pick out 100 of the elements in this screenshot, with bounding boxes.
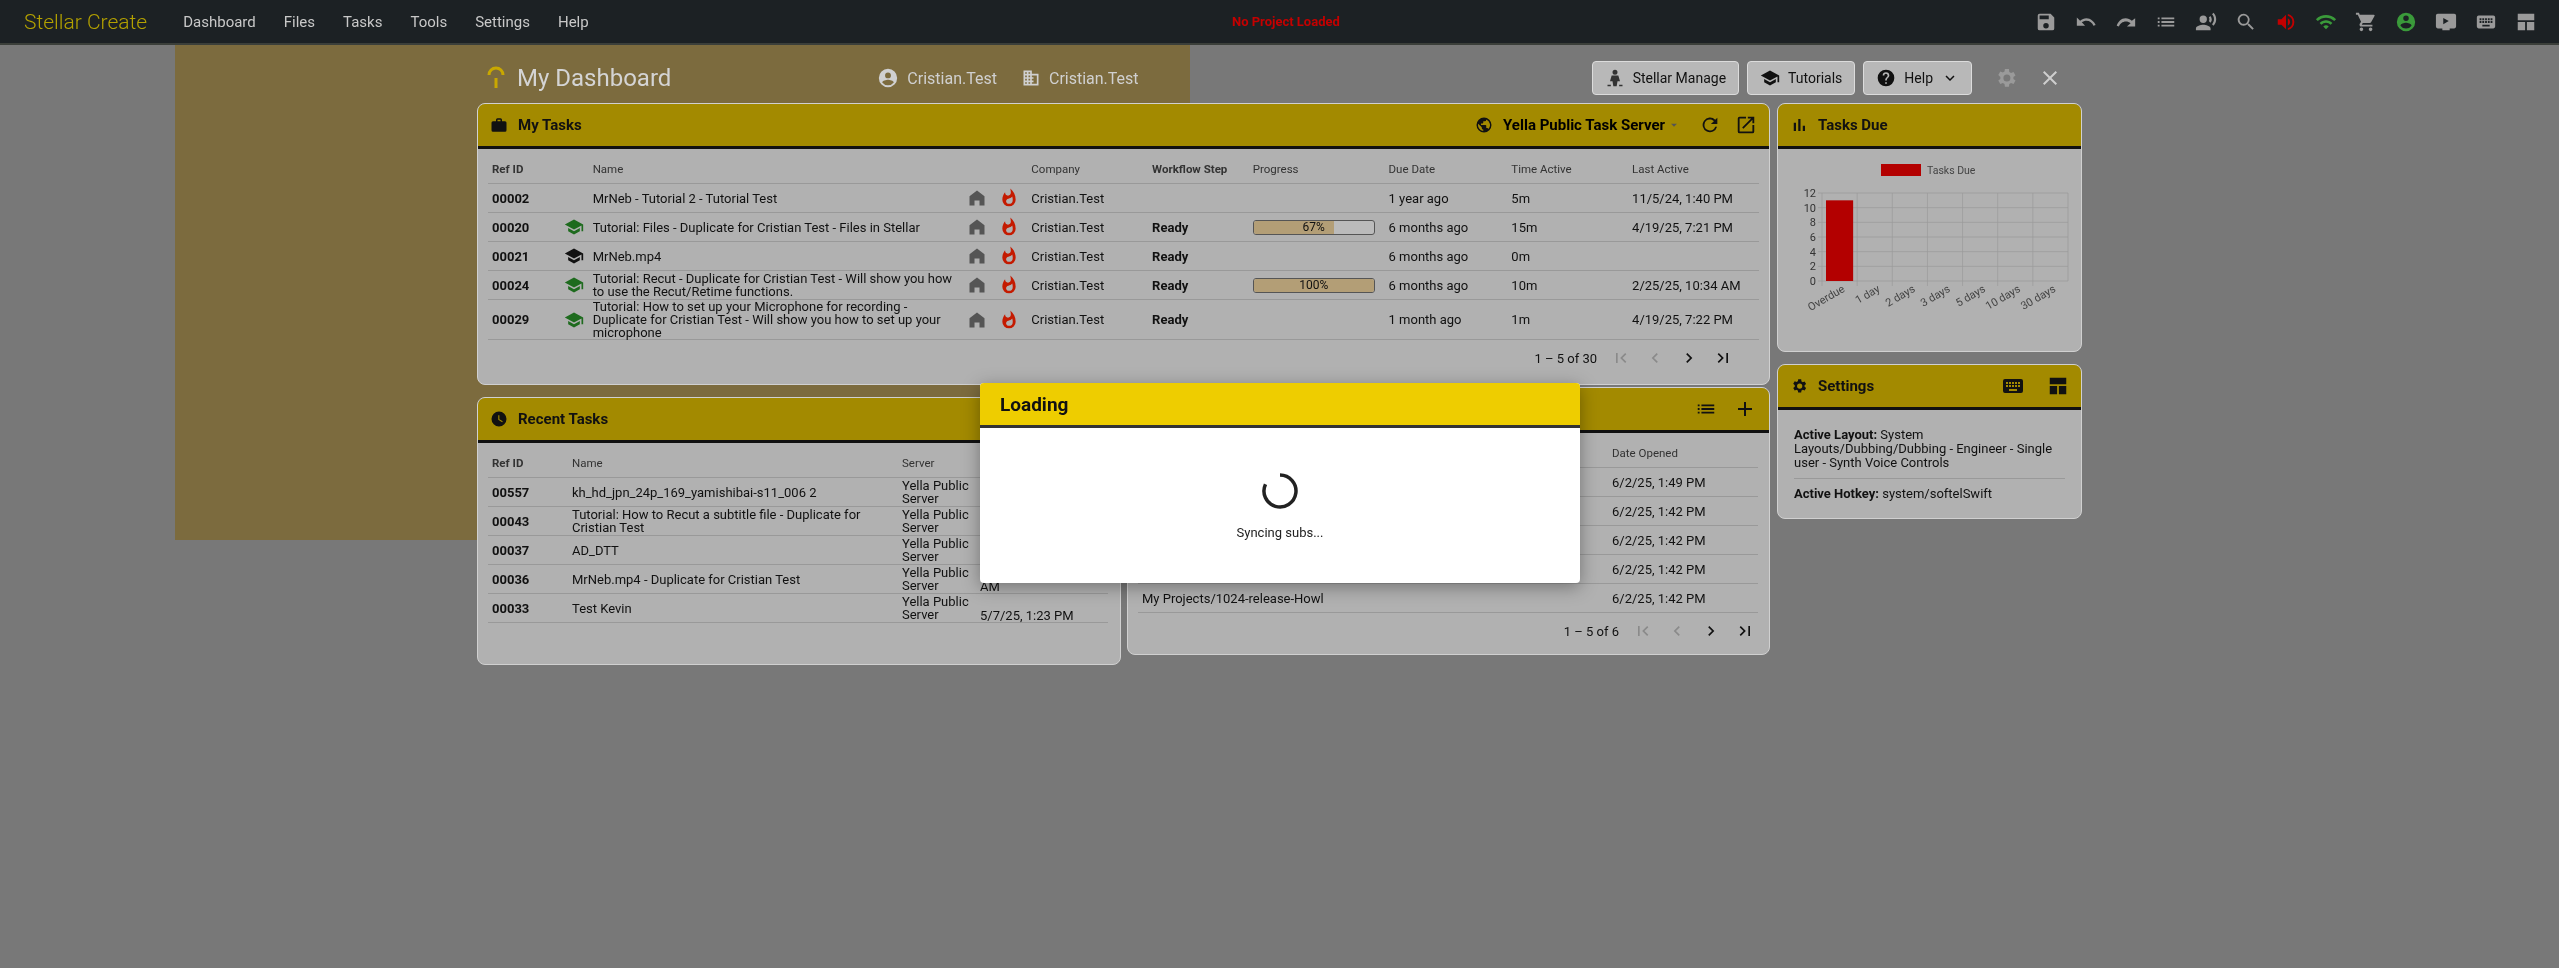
graduation-cap-icon <box>564 246 585 266</box>
page-range: 1 – 5 of 6 <box>1563 623 1619 639</box>
clock-icon <box>490 410 508 428</box>
legend-label: Tasks Due <box>1927 164 1976 177</box>
time-active-cell: 0m <box>1507 241 1629 271</box>
company-cell: Cristian.Test <box>1027 241 1149 271</box>
ref-id-cell: 00024 <box>488 270 561 300</box>
open-external-icon <box>1735 114 1757 136</box>
y-tick-label: 6 <box>1809 231 1816 244</box>
server-cell: Yella Public Server <box>898 477 976 507</box>
y-tick-label: 4 <box>1809 245 1816 259</box>
graduation-cap-icon <box>564 217 585 237</box>
help-icon <box>1876 68 1897 88</box>
last-active-cell: 4/19/25, 7:22 PM <box>1632 312 1733 327</box>
project-status: No Project Loaded <box>1232 14 1340 29</box>
dashboard-title: My Dashboard <box>517 64 672 92</box>
column-header: Server <box>898 449 976 478</box>
column-header: Date Opened <box>1608 439 1758 468</box>
progress-label: 67% <box>1301 220 1326 234</box>
setting-text: Active Layout: System Layouts/Dubbing/Dubbing - Engineer - Single user - Synth Voice Controls <box>1794 427 2053 470</box>
due-date-cell: 6 months ago <box>1384 212 1508 242</box>
user-icon <box>877 67 900 89</box>
company-cell: Cristian.Test <box>1027 270 1149 300</box>
setting-text: Active Hotkey: system/softelSwift <box>1794 486 1993 501</box>
menu-item[interactable]: Help <box>543 8 603 35</box>
account-button[interactable] <box>2395 10 2417 33</box>
header-button[interactable]: Help <box>1863 61 1972 95</box>
date-opened-cell: 6/2/25, 1:42 PM <box>1608 496 1758 526</box>
graduation-cap-icon <box>1760 68 1781 88</box>
menu-item[interactable]: Tools <box>396 8 462 35</box>
last-active-cell: 11/5/24, 1:40 PM <box>1632 190 1733 206</box>
cart-button[interactable] <box>2355 10 2377 33</box>
column-header: Due Date <box>1384 155 1508 184</box>
workflow-step-cell: Ready <box>1152 312 1189 327</box>
task-name-cell: AD_DTT <box>568 535 898 565</box>
column-header: Ref ID <box>488 155 561 184</box>
column-header: Name <box>568 449 898 478</box>
x-tick-label: 3 days <box>1918 282 1953 310</box>
menu-item[interactable]: Settings <box>461 8 544 35</box>
workflow-step-cell: Ready <box>1152 277 1189 293</box>
company-cell: Cristian.Test <box>1027 299 1149 340</box>
y-tick-label: 2 <box>1809 260 1816 274</box>
task-name-cell: Tutorial: Files - Duplicate for Cristian Test - Files in Stellar <box>588 212 963 242</box>
task-name-cell: Tutorial: Recut - Duplicate for Cristian Test - Will show you how to use the Recut/Retime functions. <box>588 270 963 300</box>
user-name: Cristian.Test <box>907 68 997 88</box>
progress-label: 100% <box>1298 278 1330 292</box>
workflow-step-cell: Ready <box>1152 219 1189 235</box>
task-name-cell: kh_hd_jpn_24p_169_yamishibai-s11_006 2 <box>568 477 898 507</box>
date-opened-cell: 6/2/25, 1:42 PM <box>1608 525 1758 555</box>
account-icon <box>2395 10 2417 33</box>
project-path-cell: My Projects/1024-release-Howl <box>1142 590 1324 606</box>
loading-message: Syncing subs... <box>1236 525 1324 540</box>
open-external-button[interactable] <box>1735 114 1757 136</box>
ref-id-cell: 00557 <box>488 477 568 507</box>
x-tick-label: 1 day <box>1853 282 1883 307</box>
task-name-cell: Test Kevin <box>568 593 898 623</box>
server-dropdown[interactable]: Yella Public Task Server <box>1503 116 1681 134</box>
header-button[interactable]: Tutorials <box>1747 61 1856 95</box>
menu-item[interactable]: Tasks <box>329 8 397 35</box>
panel-title: Settings <box>1818 377 1875 395</box>
time-active-cell: 1m <box>1507 299 1629 340</box>
server-cell: Yella Public Server <box>898 593 976 623</box>
column-header: Name <box>588 155 963 184</box>
page-range: 1 – 5 of 30 <box>1534 350 1597 366</box>
spinner-icon <box>1260 471 1300 511</box>
time-active-cell: 10m <box>1507 270 1629 300</box>
y-tick-label: 8 <box>1809 216 1816 230</box>
y-tick-label: 12 <box>1803 187 1816 200</box>
due-date-cell: 6 months ago <box>1384 241 1508 271</box>
ref-id-cell: 00021 <box>488 241 561 271</box>
panel-title: Tasks Due <box>1818 116 1888 134</box>
workflow-step-cell: Ready <box>1152 248 1189 264</box>
globe-icon <box>1475 116 1494 134</box>
due-date-cell: 6 months ago <box>1384 270 1508 300</box>
column-header: Workflow Step <box>1148 155 1249 184</box>
y-tick-label: 0 <box>1809 275 1816 288</box>
menu-item[interactable]: Files <box>269 8 330 35</box>
last-active-cell: 4/19/25, 7:21 PM <box>1632 219 1733 235</box>
ref-id-cell: 00033 <box>488 593 568 623</box>
speaking-person-button[interactable] <box>2195 10 2217 33</box>
company-name: Cristian.Test <box>1048 68 1139 88</box>
panel-title: Recent Tasks <box>518 410 609 428</box>
task-name-cell: MrNeb - Tutorial 2 - Tutorial Test <box>588 183 963 213</box>
company-cell: Cristian.Test <box>1027 183 1149 213</box>
date-opened-cell: 6/2/25, 1:42 PM <box>1608 583 1758 613</box>
task-name-cell: Tutorial: How to Recut a subtitle file - Duplicate for Cristian Test <box>568 506 898 536</box>
ref-id-cell: 00029 <box>488 299 561 340</box>
layout-button[interactable] <box>2047 375 2069 397</box>
date-opened-cell: 6/2/25, 1:49 PM <box>1608 467 1758 497</box>
date-cell: 5/7/25, 1:23 PM <box>980 608 1074 623</box>
y-tick-label: 10 <box>1803 201 1816 215</box>
column-header: Time Active <box>1507 155 1629 184</box>
graduation-cap-icon <box>564 275 585 295</box>
dialog-title: Loading <box>980 383 1580 428</box>
header-button[interactable]: Stellar Manage <box>1591 61 1740 95</box>
server-cell: Yella Public Server <box>898 535 976 565</box>
task-name-cell: MrNeb.mp4 - Duplicate for Cristian Test <box>568 564 898 594</box>
column-header: Last Active <box>1628 155 1759 184</box>
layout-icon <box>2047 375 2069 397</box>
menu-item[interactable]: Dashboard <box>169 8 270 35</box>
